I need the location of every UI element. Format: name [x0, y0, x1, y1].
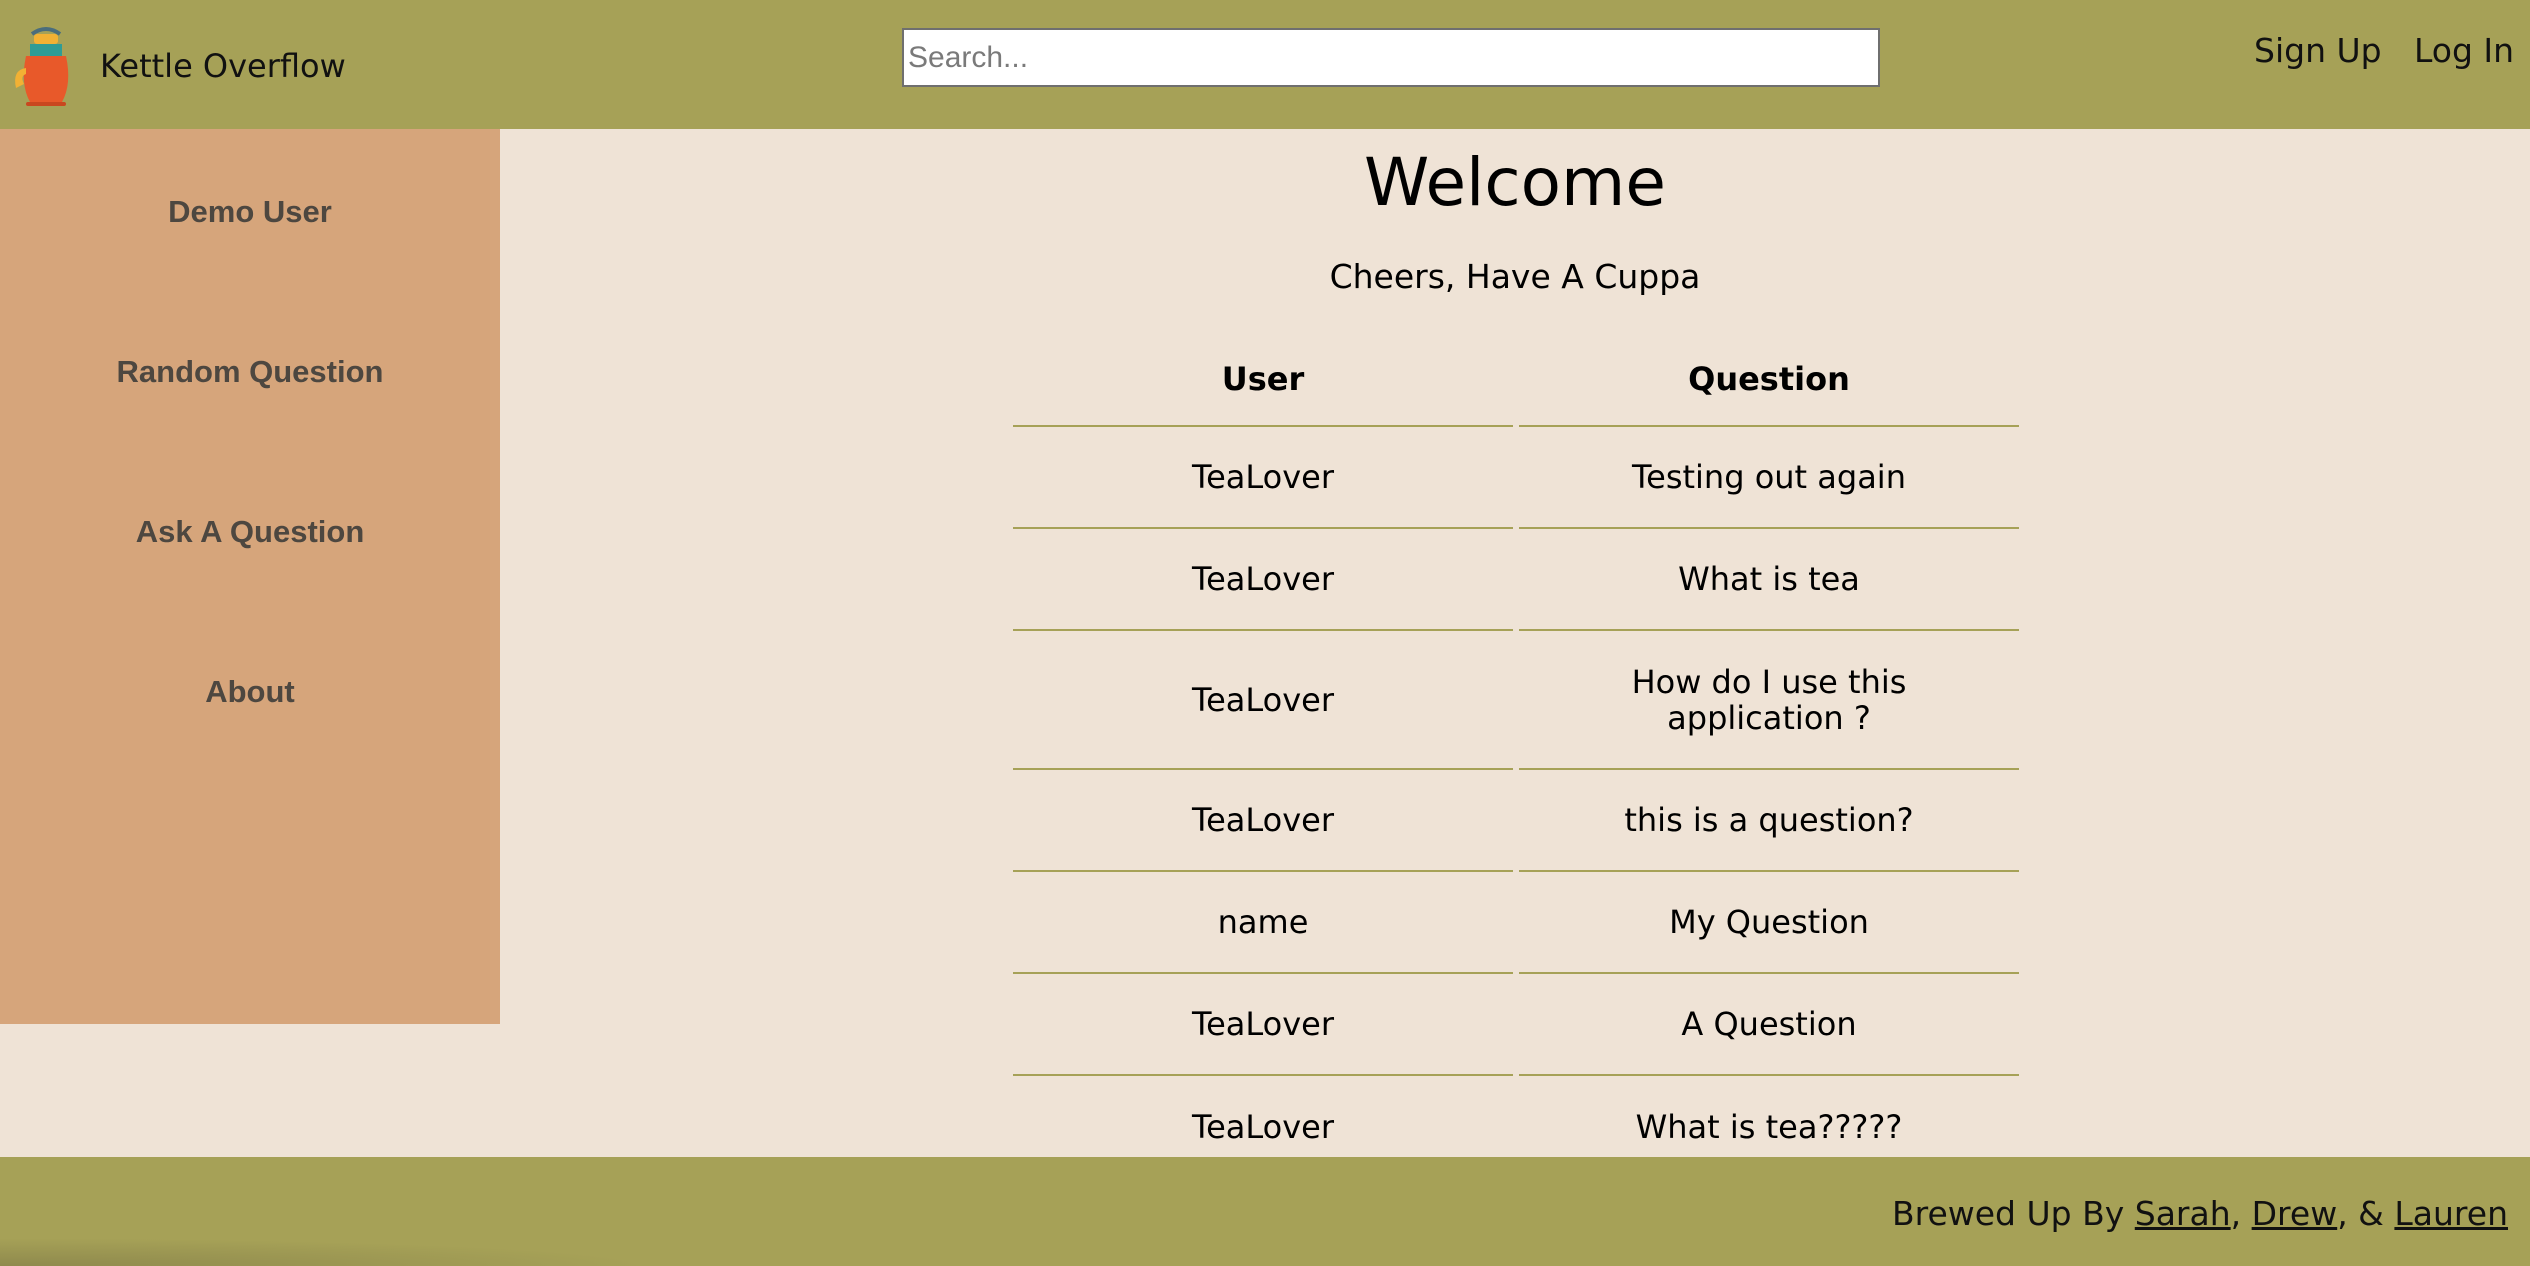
question-cell[interactable]: this is a question?	[1519, 770, 2019, 872]
question-cell[interactable]: My Question	[1519, 872, 2019, 974]
question-cell[interactable]: What is tea	[1519, 529, 2019, 631]
credits-separator: ,	[2230, 1194, 2242, 1233]
user-cell[interactable]: TeaLover	[1013, 427, 1513, 529]
credits-prefix: Brewed Up By	[1891, 1194, 2125, 1233]
brand-name[interactable]: Kettle Overflow	[100, 50, 346, 82]
table-row[interactable]: TeaLover How do I use this application ?	[1013, 631, 2019, 770]
credits-separator: , &	[2337, 1194, 2384, 1233]
questions-table: User Question TeaLover Testing out again…	[1013, 333, 2019, 1178]
question-cell[interactable]: A Question	[1519, 974, 2019, 1076]
author-link-sarah[interactable]: Sarah	[2135, 1194, 2231, 1233]
user-cell[interactable]: name	[1013, 872, 1513, 974]
log-in-link[interactable]: Log In	[2414, 34, 2514, 67]
question-cell[interactable]: Testing out again	[1519, 427, 2019, 529]
user-cell[interactable]: TeaLover	[1013, 974, 1513, 1076]
sidebar-item-demo-user[interactable]: Demo User	[0, 196, 500, 227]
header: Kettle Overflow Sign Up Log In	[0, 0, 2530, 129]
column-header-user: User	[1013, 333, 1513, 427]
table-row[interactable]: TeaLover Testing out again	[1013, 427, 2019, 529]
author-link-drew[interactable]: Drew	[2252, 1194, 2338, 1233]
table-row[interactable]: TeaLover this is a question?	[1013, 770, 2019, 872]
teapot-icon[interactable]	[12, 24, 80, 108]
question-cell[interactable]: How do I use this application ?	[1519, 631, 2019, 770]
user-cell[interactable]: TeaLover	[1013, 770, 1513, 872]
user-cell[interactable]: TeaLover	[1013, 529, 1513, 631]
search-input[interactable]	[902, 28, 1880, 87]
author-link-lauren[interactable]: Lauren	[2394, 1194, 2508, 1233]
column-header-question: Question	[1519, 333, 2019, 427]
table-row[interactable]: TeaLover A Question	[1013, 974, 2019, 1076]
sidebar: Demo User Random Question Ask A Question…	[0, 129, 500, 1024]
footer-credits: Brewed Up By Sarah, Drew, & Lauren	[1892, 1197, 2508, 1230]
sign-up-link[interactable]: Sign Up	[2254, 34, 2382, 67]
sidebar-item-random-question[interactable]: Random Question	[0, 356, 500, 387]
table-header-row: User Question	[1013, 333, 2019, 427]
sidebar-item-about[interactable]: About	[0, 676, 500, 707]
user-cell[interactable]: TeaLover	[1013, 631, 1513, 770]
sidebar-item-ask-a-question[interactable]: Ask A Question	[0, 516, 500, 547]
table-row[interactable]: TeaLover What is tea	[1013, 529, 2019, 631]
table-row[interactable]: name My Question	[1013, 872, 2019, 974]
page-title: Welcome	[1364, 144, 1666, 221]
footer: Brewed Up By Sarah, Drew, & Lauren	[0, 1157, 2530, 1266]
page-subtitle: Cheers, Have A Cuppa	[1329, 257, 1701, 296]
